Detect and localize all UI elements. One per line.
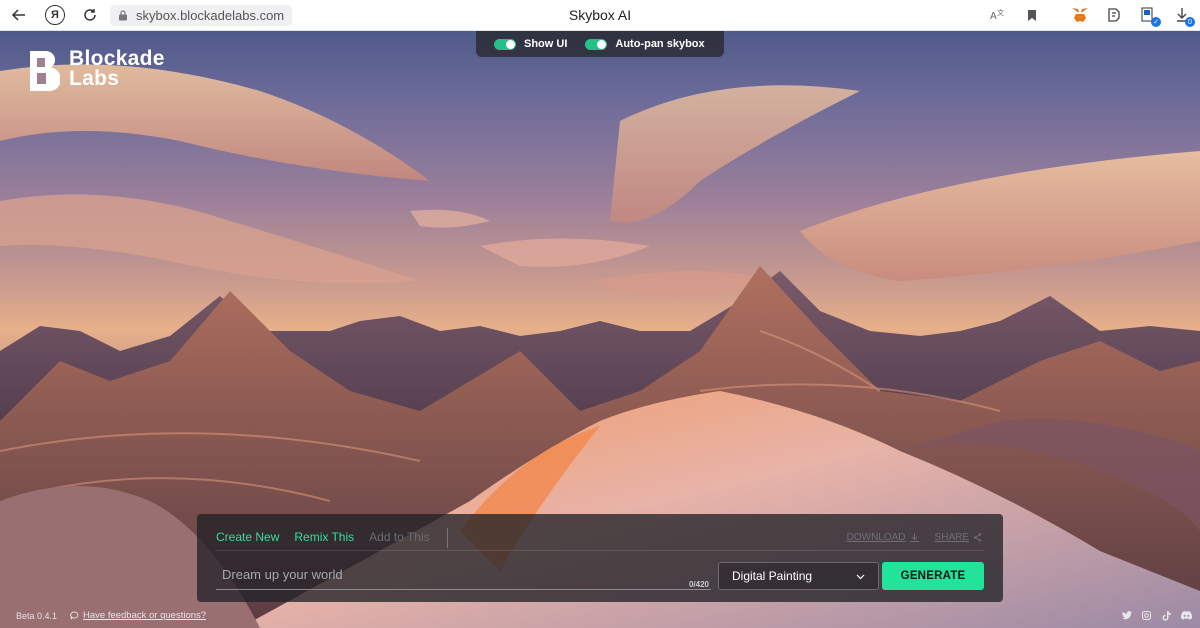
feedback-label: Have feedback or questions? (83, 610, 207, 621)
url-text: skybox.blockadelabs.com (136, 8, 285, 23)
tab-create-new[interactable]: Create New (216, 530, 279, 544)
tab-add-to-this[interactable]: Add to This (369, 530, 429, 544)
logo-line1: Blockade (69, 47, 165, 70)
tiktok-icon[interactable] (1161, 610, 1172, 621)
blockade-logo-mark-icon (30, 50, 60, 92)
auto-pan-switch[interactable] (585, 38, 608, 50)
char-count: 0/420 (688, 580, 709, 589)
translate-icon[interactable]: A文 (988, 5, 1008, 25)
share-button[interactable]: SHARE (935, 532, 982, 543)
show-ui-switch[interactable] (494, 38, 516, 50)
ui-toggle-bar: Show UI Auto-pan skybox (476, 31, 724, 57)
instagram-icon[interactable] (1141, 610, 1152, 621)
prompt-input[interactable] (216, 562, 711, 586)
back-icon[interactable] (9, 5, 29, 25)
style-select-value: Digital Painting (732, 569, 813, 583)
show-ui-toggle[interactable]: Show UI (494, 38, 567, 50)
share-icon (973, 533, 982, 542)
share-label: SHARE (934, 532, 969, 543)
social-links (1121, 610, 1192, 621)
panel-tabs: Create New Remix This Add to This (216, 530, 430, 544)
svg-text:A: A (990, 11, 997, 22)
download-arrow-icon (909, 533, 919, 542)
address-bar[interactable]: skybox.blockadelabs.com (110, 5, 293, 26)
yandex-button[interactable]: Я (45, 5, 65, 25)
metamask-icon[interactable] (1070, 5, 1090, 25)
discord-icon[interactable] (1181, 610, 1192, 621)
feedback-link[interactable]: Have feedback or questions? (70, 610, 206, 621)
download-button[interactable]: DOWNLOAD (847, 532, 919, 543)
twitter-icon[interactable] (1121, 610, 1132, 621)
bookmark-icon[interactable] (1022, 5, 1042, 25)
refresh-icon[interactable] (80, 5, 100, 25)
download-icon[interactable]: 0 (1172, 5, 1195, 27)
auto-pan-label: Auto-pan skybox (615, 38, 705, 50)
auto-pan-toggle[interactable]: Auto-pan skybox (585, 38, 705, 50)
download-label: DOWNLOAD (846, 532, 906, 543)
show-ui-label: Show UI (524, 38, 568, 50)
style-select[interactable]: Digital Painting (718, 562, 879, 590)
tabs-underline (216, 550, 984, 551)
chevron-down-icon (856, 574, 865, 580)
logo-line2: Labs (69, 67, 120, 90)
profile-icon[interactable]: ✓ (1138, 5, 1161, 27)
download-count-badge: 0 (1185, 17, 1195, 27)
generate-panel: Create New Remix This Add to This DOWNLO… (197, 514, 1003, 602)
chat-icon (70, 611, 79, 620)
extension-icon[interactable] (1104, 5, 1124, 25)
prompt-field[interactable]: 0/420 (216, 562, 711, 590)
beta-version: Beta 0.4.1 (16, 611, 58, 621)
tab-divider (447, 528, 448, 548)
svg-text:文: 文 (997, 8, 1004, 17)
browser-toolbar: Я skybox.blockadelabs.com Skybox AI A文 ✓… (0, 0, 1200, 31)
tab-remix-this[interactable]: Remix This (294, 530, 354, 544)
blockade-labs-logo[interactable]: Blockade Labs (28, 47, 165, 93)
verified-badge: ✓ (1151, 17, 1161, 27)
lock-icon (119, 10, 127, 21)
generate-button[interactable]: GENERATE (882, 562, 984, 590)
